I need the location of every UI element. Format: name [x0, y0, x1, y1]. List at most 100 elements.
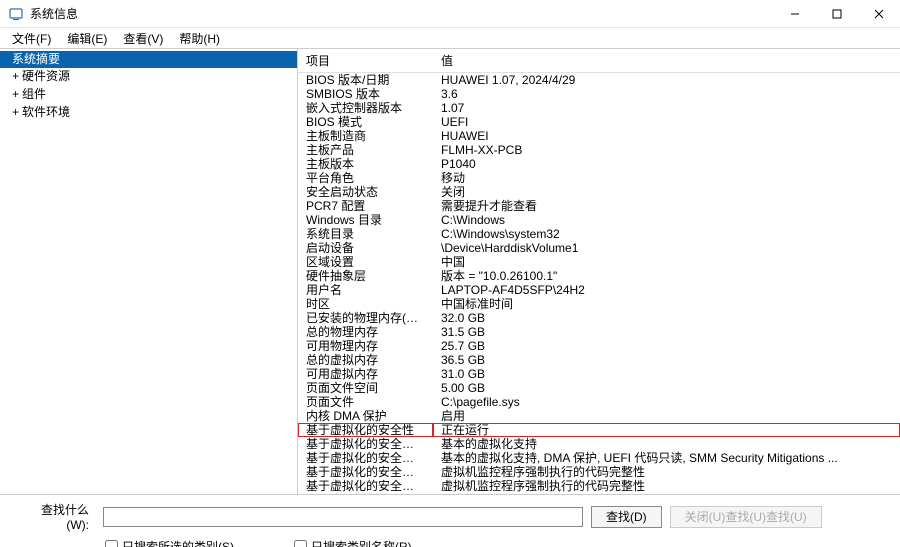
cell-value: \Device\HarddiskVolume1 [433, 241, 900, 255]
table-row[interactable]: 基于虚拟化的安全性正在运行 [298, 423, 900, 437]
cell-key: 主板产品 [298, 143, 433, 157]
cell-value: 正在运行 [433, 423, 900, 437]
window-title: 系统信息 [30, 5, 774, 22]
cell-key: 主板制造商 [298, 129, 433, 143]
menu-edit[interactable]: 编辑(E) [59, 28, 115, 49]
cell-key: 基于虚拟化的安全服务已配置 [298, 465, 433, 479]
search-label: 查找什么(W): [20, 501, 95, 532]
cell-value: 基本的虚拟化支持, DMA 保护, UEFI 代码只读, SMM Securit… [433, 451, 900, 465]
cell-value: 36.5 GB [433, 353, 900, 367]
table-row[interactable]: 总的物理内存31.5 GB [298, 325, 900, 339]
tree-software[interactable]: +软件环境 [0, 104, 297, 122]
cell-key: 基于虚拟化的安全性 [298, 423, 433, 437]
table-row[interactable]: 硬件抽象层版本 = "10.0.26100.1" [298, 269, 900, 283]
table-row[interactable]: BIOS 版本/日期HUAWEI 1.07, 2024/4/29 [298, 73, 900, 88]
table-row[interactable]: 系统目录C:\Windows\system32 [298, 227, 900, 241]
header-item[interactable]: 项目 [298, 49, 433, 73]
cell-key: BIOS 版本/日期 [298, 73, 433, 88]
table-row[interactable]: 区域设置中国 [298, 255, 900, 269]
cell-value: HUAWEI 1.07, 2024/4/29 [433, 73, 900, 88]
close-button[interactable] [858, 0, 900, 28]
table-row[interactable]: 总的虚拟内存36.5 GB [298, 353, 900, 367]
titlebar: 系统信息 [0, 0, 900, 28]
checkbox-selected-only-box[interactable] [105, 540, 118, 547]
cell-value: HUAWEI [433, 129, 900, 143]
find-button[interactable]: 查找(D) [591, 506, 662, 528]
table-row[interactable]: 基于虚拟化的安全服务正在运行虚拟机监控程序强制执行的代码完整性 [298, 479, 900, 493]
table-row[interactable]: 页面文件空间5.00 GB [298, 381, 900, 395]
cell-key: Windows 目录 [298, 213, 433, 227]
cell-key: 可用虚拟内存 [298, 367, 433, 381]
cell-key: 启动设备 [298, 241, 433, 255]
table-row[interactable]: 主板产品FLMH-XX-PCB [298, 143, 900, 157]
cell-value: 中国 [433, 255, 900, 269]
table-row[interactable]: 基于虚拟化的安全性要求的安...基本的虚拟化支持 [298, 437, 900, 451]
cell-key: 已安装的物理内存(RAM) [298, 311, 433, 325]
cell-value: 31.0 GB [433, 367, 900, 381]
table-row[interactable]: 安全启动状态关闭 [298, 185, 900, 199]
cell-value: 已实施 [433, 493, 900, 494]
cell-key: 总的物理内存 [298, 325, 433, 339]
checkbox-names-only-box[interactable] [294, 540, 307, 547]
cell-value: 启用 [433, 409, 900, 423]
maximize-button[interactable] [816, 0, 858, 28]
checkbox-names-only[interactable]: 只搜索类别名称(R) [294, 538, 412, 547]
tree-hardware[interactable]: +硬件资源 [0, 68, 297, 86]
menubar: 文件(F) 编辑(E) 查看(V) 帮助(H) [0, 28, 900, 48]
table-row[interactable]: 内核 DMA 保护启用 [298, 409, 900, 423]
cell-key: 总的虚拟内存 [298, 353, 433, 367]
cell-value: P1040 [433, 157, 900, 171]
cell-value: 关闭 [433, 185, 900, 199]
minimize-button[interactable] [774, 0, 816, 28]
table-row[interactable]: 页面文件C:\pagefile.sys [298, 395, 900, 409]
table-row[interactable]: 可用虚拟内存31.0 GB [298, 367, 900, 381]
cell-key: 系统目录 [298, 227, 433, 241]
checkbox-selected-only[interactable]: 只搜索所选的类别(S) [105, 538, 234, 547]
cell-value: 3.6 [433, 87, 900, 101]
table-row[interactable]: 商用应用控制策略已实施 [298, 493, 900, 494]
table-row[interactable]: PCR7 配置需要提升才能查看 [298, 199, 900, 213]
cell-value: LAPTOP-AF4D5SFP\24H2 [433, 283, 900, 297]
table-row[interactable]: 启动设备\Device\HarddiskVolume1 [298, 241, 900, 255]
table-row[interactable]: 嵌入式控制器版本1.07 [298, 101, 900, 115]
table-row[interactable]: 时区中国标准时间 [298, 297, 900, 311]
tree-panel: 系统摘要 +硬件资源 +组件 +软件环境 [0, 49, 298, 494]
tree-summary[interactable]: 系统摘要 [0, 51, 297, 68]
cell-value: FLMH-XX-PCB [433, 143, 900, 157]
cell-value: C:\Windows [433, 213, 900, 227]
cell-value: 32.0 GB [433, 311, 900, 325]
table-row[interactable]: 主板制造商HUAWEI [298, 129, 900, 143]
table-row[interactable]: Windows 目录C:\Windows [298, 213, 900, 227]
cell-value: 移动 [433, 171, 900, 185]
table-row[interactable]: 平台角色移动 [298, 171, 900, 185]
table-row[interactable]: 基于虚拟化的安全服务已配置虚拟机监控程序强制执行的代码完整性 [298, 465, 900, 479]
cell-key: 基于虚拟化的安全服务正在运行 [298, 479, 433, 493]
table-row[interactable]: 已安装的物理内存(RAM)32.0 GB [298, 311, 900, 325]
cell-key: 区域设置 [298, 255, 433, 269]
cell-key: 内核 DMA 保护 [298, 409, 433, 423]
table-row[interactable]: 主板版本P1040 [298, 157, 900, 171]
search-bar: 查找什么(W): 查找(D) 关闭(U)查找(U)查找(U) 只搜索所选的类别(… [0, 494, 900, 547]
cell-value: C:\Windows\system32 [433, 227, 900, 241]
menu-file[interactable]: 文件(F) [4, 28, 59, 49]
menu-view[interactable]: 查看(V) [115, 28, 171, 49]
cell-key: 嵌入式控制器版本 [298, 101, 433, 115]
table-row[interactable]: SMBIOS 版本3.6 [298, 87, 900, 101]
tree-components[interactable]: +组件 [0, 86, 297, 104]
cell-key: 商用应用控制策略 [298, 493, 433, 494]
app-icon [8, 6, 24, 22]
cell-key: 页面文件 [298, 395, 433, 409]
cell-value: 版本 = "10.0.26100.1" [433, 269, 900, 283]
menu-help[interactable]: 帮助(H) [171, 28, 228, 49]
table-row[interactable]: 可用物理内存25.7 GB [298, 339, 900, 353]
cell-key: 页面文件空间 [298, 381, 433, 395]
cell-key: 硬件抽象层 [298, 269, 433, 283]
cell-key: PCR7 配置 [298, 199, 433, 213]
header-value[interactable]: 值 [433, 49, 900, 73]
table-row[interactable]: 用户名LAPTOP-AF4D5SFP\24H2 [298, 283, 900, 297]
content-panel[interactable]: 项目 值 BIOS 版本/日期HUAWEI 1.07, 2024/4/29SMB… [298, 49, 900, 494]
table-row[interactable]: 基于虚拟化的安全性提供的安...基本的虚拟化支持, DMA 保护, UEFI 代… [298, 451, 900, 465]
search-input[interactable] [103, 507, 583, 527]
table-row[interactable]: BIOS 模式UEFI [298, 115, 900, 129]
plus-icon: + [12, 106, 22, 121]
